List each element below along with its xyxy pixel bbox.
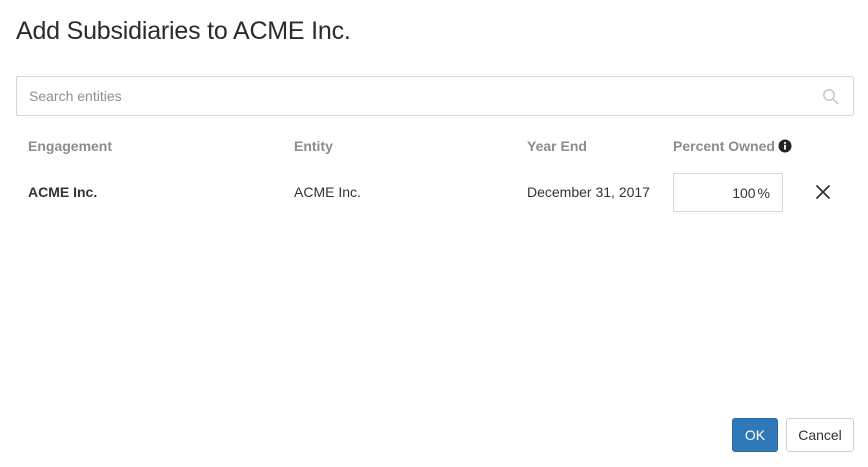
search-icon	[823, 89, 839, 105]
remove-row-icon[interactable]	[812, 181, 834, 203]
column-header-engagement: Engagement	[28, 138, 113, 154]
percent-owned-input[interactable]	[695, 184, 756, 201]
add-subsidiaries-dialog: Add Subsidiaries to ACME Inc. Engagement…	[0, 0, 868, 467]
dialog-title: Add Subsidiaries to ACME Inc.	[16, 17, 351, 45]
percent-owned-field[interactable]: %	[673, 173, 783, 212]
column-header-year-end: Year End	[527, 138, 587, 154]
ok-button[interactable]: OK	[732, 418, 778, 452]
percent-unit: %	[757, 184, 770, 201]
info-icon[interactable]	[778, 139, 792, 153]
search-box[interactable]	[16, 76, 854, 116]
column-header-entity: Entity	[294, 138, 333, 154]
search-input[interactable]	[17, 77, 853, 115]
year-end-cell: December 31, 2017	[527, 184, 650, 200]
engagement-cell: ACME Inc.	[28, 184, 98, 200]
percent-owned-label: Percent Owned	[673, 138, 775, 154]
entity-cell: ACME Inc.	[294, 184, 361, 200]
cancel-button[interactable]: Cancel	[786, 418, 854, 452]
column-header-percent-owned: Percent Owned	[673, 138, 792, 154]
